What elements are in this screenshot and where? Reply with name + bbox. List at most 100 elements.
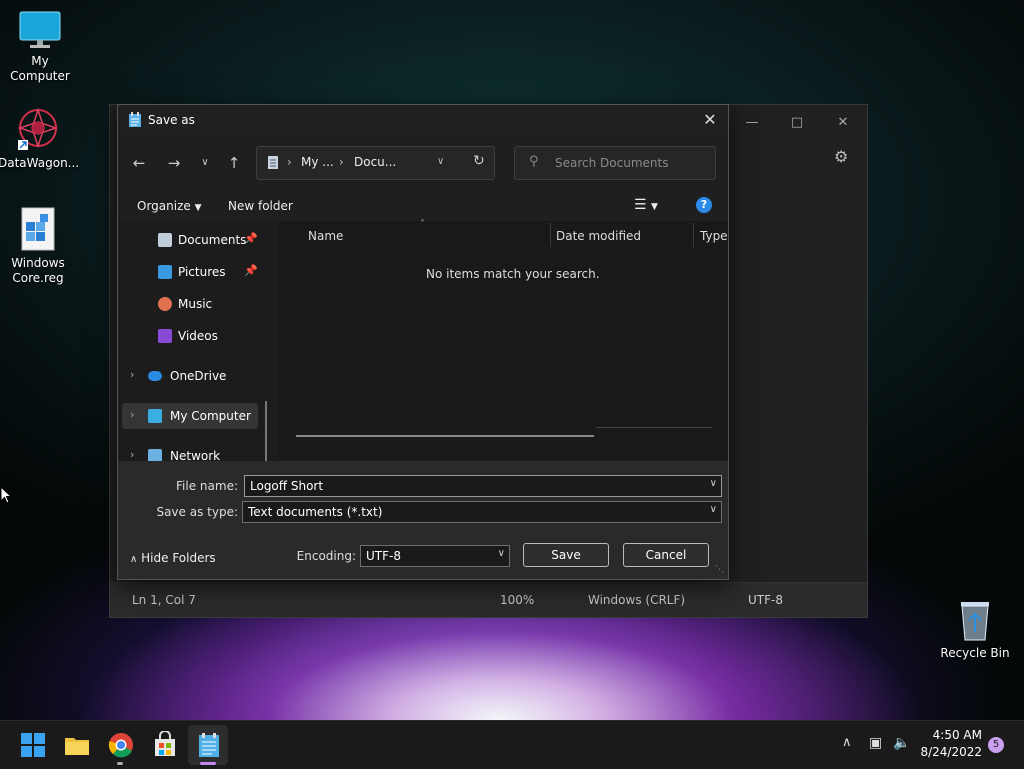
chevron-down-icon[interactable]: ∨ bbox=[710, 478, 717, 489]
recycle-bin-icon bbox=[961, 602, 989, 641]
clock-date[interactable]: 8/24/2022 bbox=[918, 745, 982, 759]
file-explorer-icon[interactable] bbox=[63, 731, 91, 759]
file-list: ˄ Name Date modified Type No items match… bbox=[278, 219, 728, 461]
navigation-bar: ← → ∨ ↑ › My ... › Docu... ∨ ↻ ⚲ Search … bbox=[118, 135, 728, 191]
nav-item-documents[interactable]: Documents 📌 bbox=[118, 227, 268, 253]
notepad-taskbar-icon[interactable] bbox=[195, 731, 223, 759]
hide-folders-label: Hide Folders bbox=[141, 551, 216, 565]
datawagon-icon bbox=[17, 107, 59, 150]
settings-gear-icon[interactable]: ⚙ bbox=[834, 147, 848, 166]
pin-icon: 📌 bbox=[244, 232, 258, 245]
encoding-value: UTF-8 bbox=[366, 549, 401, 563]
save-options-panel: File name: Logoff Short ∨ Save as type: … bbox=[118, 461, 728, 579]
nav-item-label: Network bbox=[170, 449, 221, 461]
view-options-icon[interactable]: ☰ ▼ bbox=[634, 197, 658, 213]
hide-folders-toggle[interactable]: ∧ Hide Folders bbox=[130, 551, 216, 565]
chevron-up-icon: ∧ bbox=[130, 554, 138, 565]
search-box[interactable]: ⚲ Search Documents bbox=[514, 146, 716, 180]
column-date-modified[interactable]: Date modified bbox=[556, 229, 641, 243]
desktop-icon-windows-core-reg[interactable]: Windows Core.reg bbox=[0, 206, 78, 286]
nav-item-videos[interactable]: Videos bbox=[118, 323, 268, 349]
maximize-icon[interactable]: □ bbox=[782, 113, 812, 133]
address-bar[interactable]: › My ... › Docu... ∨ ↻ bbox=[256, 146, 495, 180]
volume-icon[interactable]: 🔈 bbox=[893, 735, 910, 751]
desktop-icon-label: My Computer bbox=[10, 54, 70, 83]
nav-item-network[interactable]: › Network bbox=[118, 443, 268, 461]
dialog-close-icon[interactable]: ✕ bbox=[698, 109, 722, 131]
nav-item-music[interactable]: Music bbox=[118, 291, 268, 317]
cancel-button[interactable]: Cancel bbox=[623, 543, 709, 567]
chevron-right-icon[interactable]: › bbox=[130, 408, 134, 421]
clock-time[interactable]: 4:50 AM bbox=[922, 728, 982, 742]
breadcrumb-my-computer[interactable]: My ... bbox=[301, 155, 334, 169]
save-type-label: Save as type: bbox=[156, 505, 238, 519]
file-name-label: File name: bbox=[176, 479, 238, 493]
chevron-right-icon[interactable]: › bbox=[130, 368, 134, 381]
file-name-value: Logoff Short bbox=[250, 479, 324, 493]
recent-locations-chevron-icon[interactable]: ∨ bbox=[194, 153, 216, 173]
close-icon[interactable]: ✕ bbox=[828, 113, 858, 133]
breadcrumb-documents[interactable]: Docu... bbox=[354, 155, 396, 169]
music-icon bbox=[158, 297, 172, 311]
save-type-value: Text documents (*.txt) bbox=[248, 505, 383, 519]
back-arrow-icon[interactable]: ← bbox=[128, 153, 150, 173]
column-separator[interactable] bbox=[693, 223, 694, 247]
organize-menu[interactable]: Organize ▼ bbox=[137, 199, 202, 213]
horizontal-scrollbar[interactable] bbox=[296, 435, 594, 437]
desktop-icon-datawagon[interactable]: DataWagon... bbox=[0, 106, 79, 171]
chevron-down-icon: ∨ bbox=[709, 504, 717, 515]
notification-badge[interactable]: 5 bbox=[988, 737, 1004, 753]
resize-grip-icon[interactable]: ⋱ bbox=[715, 565, 724, 575]
notepad-active-indicator bbox=[200, 762, 216, 765]
search-placeholder: Search Documents bbox=[555, 156, 669, 170]
notepad-icon bbox=[129, 112, 141, 127]
address-dropdown-chevron-icon[interactable]: ∨ bbox=[437, 156, 444, 167]
minimize-icon[interactable]: — bbox=[737, 113, 767, 133]
chrome-icon[interactable] bbox=[107, 731, 135, 759]
onedrive-cloud-icon bbox=[148, 371, 162, 381]
taskbar: ∧ ▣ 🔈 4:50 AM 8/24/2022 5 bbox=[0, 720, 1024, 769]
encoding-label: Encoding: bbox=[296, 549, 356, 563]
microsoft-store-icon[interactable] bbox=[151, 731, 179, 759]
status-line-ending: Windows (CRLF) bbox=[588, 593, 686, 607]
nav-item-my-computer[interactable]: › My Computer bbox=[122, 403, 258, 429]
chevron-right-icon[interactable]: › bbox=[130, 448, 134, 461]
nav-item-label: OneDrive bbox=[170, 369, 227, 383]
refresh-icon[interactable]: ↻ bbox=[473, 153, 485, 169]
videos-icon bbox=[158, 329, 172, 343]
save-button[interactable]: Save bbox=[523, 543, 609, 567]
tray-overflow-chevron-icon[interactable]: ∧ bbox=[842, 735, 852, 750]
command-bar: Organize ▼ New folder ☰ ▼ ? bbox=[118, 191, 728, 221]
help-icon[interactable]: ? bbox=[696, 197, 712, 213]
chrome-running-indicator bbox=[117, 762, 123, 765]
nav-item-onedrive[interactable]: › OneDrive bbox=[118, 363, 268, 389]
column-name[interactable]: Name bbox=[308, 229, 343, 243]
nav-item-pictures[interactable]: Pictures 📌 bbox=[118, 259, 268, 285]
nav-item-label: Videos bbox=[178, 329, 218, 343]
forward-arrow-icon[interactable]: → bbox=[163, 153, 185, 173]
empty-message: No items match your search. bbox=[426, 267, 600, 281]
desktop-icon-label: Recycle Bin bbox=[940, 646, 1010, 660]
chevron-down-icon: ▼ bbox=[194, 203, 202, 213]
column-type[interactable]: Type bbox=[700, 229, 728, 243]
new-folder-button[interactable]: New folder bbox=[228, 199, 293, 213]
file-name-input[interactable]: Logoff Short ∨ bbox=[244, 475, 722, 497]
document-folder-icon bbox=[268, 156, 278, 169]
sort-up-icon: ˄ bbox=[420, 219, 425, 230]
column-separator[interactable] bbox=[550, 223, 551, 247]
nav-pane-scrollbar[interactable] bbox=[265, 401, 267, 461]
status-encoding: UTF-8 bbox=[748, 593, 783, 607]
desktop-icon-my-computer[interactable]: My Computer bbox=[0, 10, 80, 84]
save-as-dialog: Save as ✕ ← → ∨ ↑ › My ... › Docu... ∨ ↻… bbox=[117, 104, 729, 580]
encoding-select[interactable]: UTF-8 ∨ bbox=[360, 545, 510, 567]
windows-start-icon[interactable] bbox=[19, 731, 47, 759]
desktop-icon-recycle-bin[interactable]: Recycle Bin bbox=[935, 598, 1015, 661]
scrollbar-track bbox=[596, 427, 712, 428]
network-icon[interactable]: ▣ bbox=[869, 735, 882, 751]
dialog-title: Save as bbox=[148, 113, 195, 127]
navigation-pane: Documents 📌 Pictures 📌 Music Videos › On… bbox=[118, 221, 270, 461]
save-type-select[interactable]: Text documents (*.txt) ∨ bbox=[242, 501, 722, 523]
up-arrow-icon[interactable]: ↑ bbox=[223, 153, 245, 173]
monitor-icon bbox=[148, 409, 162, 423]
network-icon bbox=[148, 449, 162, 461]
